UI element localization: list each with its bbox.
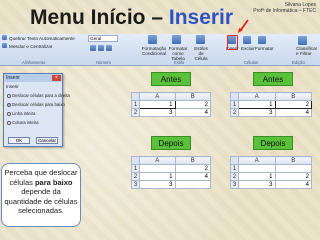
- cell-a2[interactable]: 3: [139, 108, 176, 117]
- format-table-icon[interactable]: [172, 35, 181, 44]
- row-header: 1: [131, 100, 140, 109]
- delete-button[interactable]: Excluir: [241, 46, 255, 51]
- note-text-2: depende da quantidade de células selecio…: [4, 187, 78, 215]
- sort-filter-icon[interactable]: [298, 36, 307, 45]
- number-format-select[interactable]: Geral: [88, 35, 118, 42]
- cell-b3[interactable]: 4: [274, 180, 312, 189]
- cell-b1[interactable]: [274, 164, 312, 173]
- cell-a2[interactable]: 1: [139, 172, 176, 181]
- delete-cells-icon[interactable]: [243, 36, 251, 44]
- grid-before-right: AB 112 234: [230, 92, 312, 117]
- close-icon[interactable]: ×: [52, 75, 61, 81]
- col-header-a: A: [139, 156, 176, 165]
- cell-styles-label[interactable]: Estilos de Célula: [192, 46, 210, 61]
- row-header: 3: [230, 180, 239, 189]
- grid-after-right: AB 1 212 334: [230, 156, 312, 189]
- format-button[interactable]: Formatar: [255, 46, 274, 51]
- option-shift-down[interactable]: Deslocar células para baixo: [7, 102, 65, 107]
- cell-a3[interactable]: 3: [139, 180, 176, 189]
- cell-a3[interactable]: 3: [238, 180, 276, 189]
- currency-icon[interactable]: [90, 45, 96, 51]
- row-header: 1: [230, 164, 239, 173]
- radio-icon: [7, 120, 11, 125]
- insert-highlight-box: [227, 35, 238, 50]
- dialog-section-label: Inserir: [6, 84, 19, 89]
- wrap-text-button[interactable]: Quebrar Texto Automaticamente: [9, 36, 75, 41]
- option-label: Deslocar células para baixo: [12, 102, 65, 107]
- cell-b1[interactable]: 2: [174, 164, 211, 173]
- title-main: Menu Início –: [30, 6, 169, 29]
- option-entire-row[interactable]: Linha inteira: [7, 111, 35, 116]
- group-number: Número: [96, 60, 111, 65]
- merge-center-button[interactable]: Mesclar e Centralizar: [9, 44, 52, 49]
- insert-dialog: Inserir × Inserir Deslocar células para …: [3, 73, 70, 147]
- grid-after-left: AB 12 214 33: [131, 156, 211, 189]
- row-header: 1: [131, 164, 140, 173]
- thousands-icon[interactable]: [106, 45, 112, 51]
- cell-a1[interactable]: [139, 164, 176, 173]
- sort-filter-button[interactable]: Classificar e Filtrar: [296, 46, 318, 56]
- group-cells: Células: [244, 60, 258, 65]
- option-label: Coluna inteira: [12, 120, 39, 125]
- col-header-b: B: [174, 156, 211, 165]
- author-credit: Silvana Lopes Profª de Informática – FTE…: [253, 2, 316, 14]
- row-header: 2: [131, 108, 140, 117]
- note-bold: para baixo: [34, 177, 73, 187]
- cell-b3[interactable]: [174, 180, 211, 189]
- col-header-b: B: [274, 156, 312, 165]
- row-header: 2: [230, 108, 239, 117]
- after-label-right: Depois: [253, 136, 293, 150]
- option-entire-column[interactable]: Coluna inteira: [7, 120, 39, 125]
- title-highlight: Inserir: [168, 6, 234, 29]
- cell-b1[interactable]: 2: [174, 100, 211, 109]
- conditional-format-label[interactable]: Formatação Condicional: [140, 46, 168, 56]
- row-header: 2: [131, 172, 140, 181]
- format-table-label[interactable]: Formatar como Tabela: [166, 46, 190, 61]
- cell-b2[interactable]: 4: [174, 108, 211, 117]
- before-label-right: Antes: [253, 72, 293, 86]
- col-header-b: B: [174, 92, 211, 101]
- radio-icon: [7, 93, 11, 98]
- col-header-a: A: [238, 92, 276, 101]
- cancel-button[interactable]: Cancelar: [36, 137, 58, 144]
- credit-role: Profª de Informática – FTEC: [253, 8, 316, 14]
- cell-a2[interactable]: 1: [238, 172, 276, 181]
- pointer-arrow-icon: [238, 19, 249, 33]
- cell-b2[interactable]: 4: [174, 172, 211, 181]
- conditional-format-icon[interactable]: [148, 35, 157, 44]
- cell-a2[interactable]: 3: [238, 108, 276, 117]
- after-label-left: Depois: [151, 136, 191, 150]
- cell-a1[interactable]: 1: [139, 100, 176, 109]
- radio-selected-icon: [7, 102, 11, 107]
- col-header-a: A: [238, 156, 276, 165]
- cell-b2[interactable]: 4: [274, 108, 312, 117]
- merge-icon: [2, 43, 7, 48]
- before-label-left: Antes: [151, 72, 191, 86]
- explanation-note: Perceba que deslocar células para baixo …: [1, 163, 81, 227]
- row-header: 2: [230, 172, 239, 181]
- row-header: 1: [230, 100, 239, 109]
- radio-icon: [7, 111, 11, 116]
- group-style: Estilo: [174, 60, 185, 65]
- percent-icon[interactable]: [98, 45, 104, 51]
- row-header: 3: [131, 180, 140, 189]
- cell-a1[interactable]: [238, 164, 276, 173]
- slide-title: Menu Início – Inserir: [30, 6, 233, 30]
- col-header-a: A: [139, 92, 176, 101]
- option-shift-right[interactable]: Deslocar células para a direita: [7, 93, 70, 98]
- excel-ribbon: Quebrar Texto Automaticamente Mesclar e …: [0, 34, 320, 66]
- group-editing: Edição: [292, 60, 305, 65]
- wrap-text-icon: [2, 35, 7, 40]
- cell-b2[interactable]: 2: [274, 172, 312, 181]
- option-label: Deslocar células para a direita: [12, 93, 70, 98]
- cell-styles-icon[interactable]: [196, 35, 205, 44]
- grid-before-left: AB 112 234: [131, 92, 211, 117]
- cell-a1[interactable]: 1: [238, 100, 276, 109]
- option-label: Linha inteira: [12, 111, 36, 116]
- ok-button[interactable]: OK: [8, 137, 30, 144]
- col-header-b: B: [274, 92, 312, 101]
- format-cells-icon[interactable]: [258, 36, 266, 44]
- cell-b1[interactable]: 2: [274, 100, 312, 109]
- group-alignment: Alinhamento: [22, 60, 46, 65]
